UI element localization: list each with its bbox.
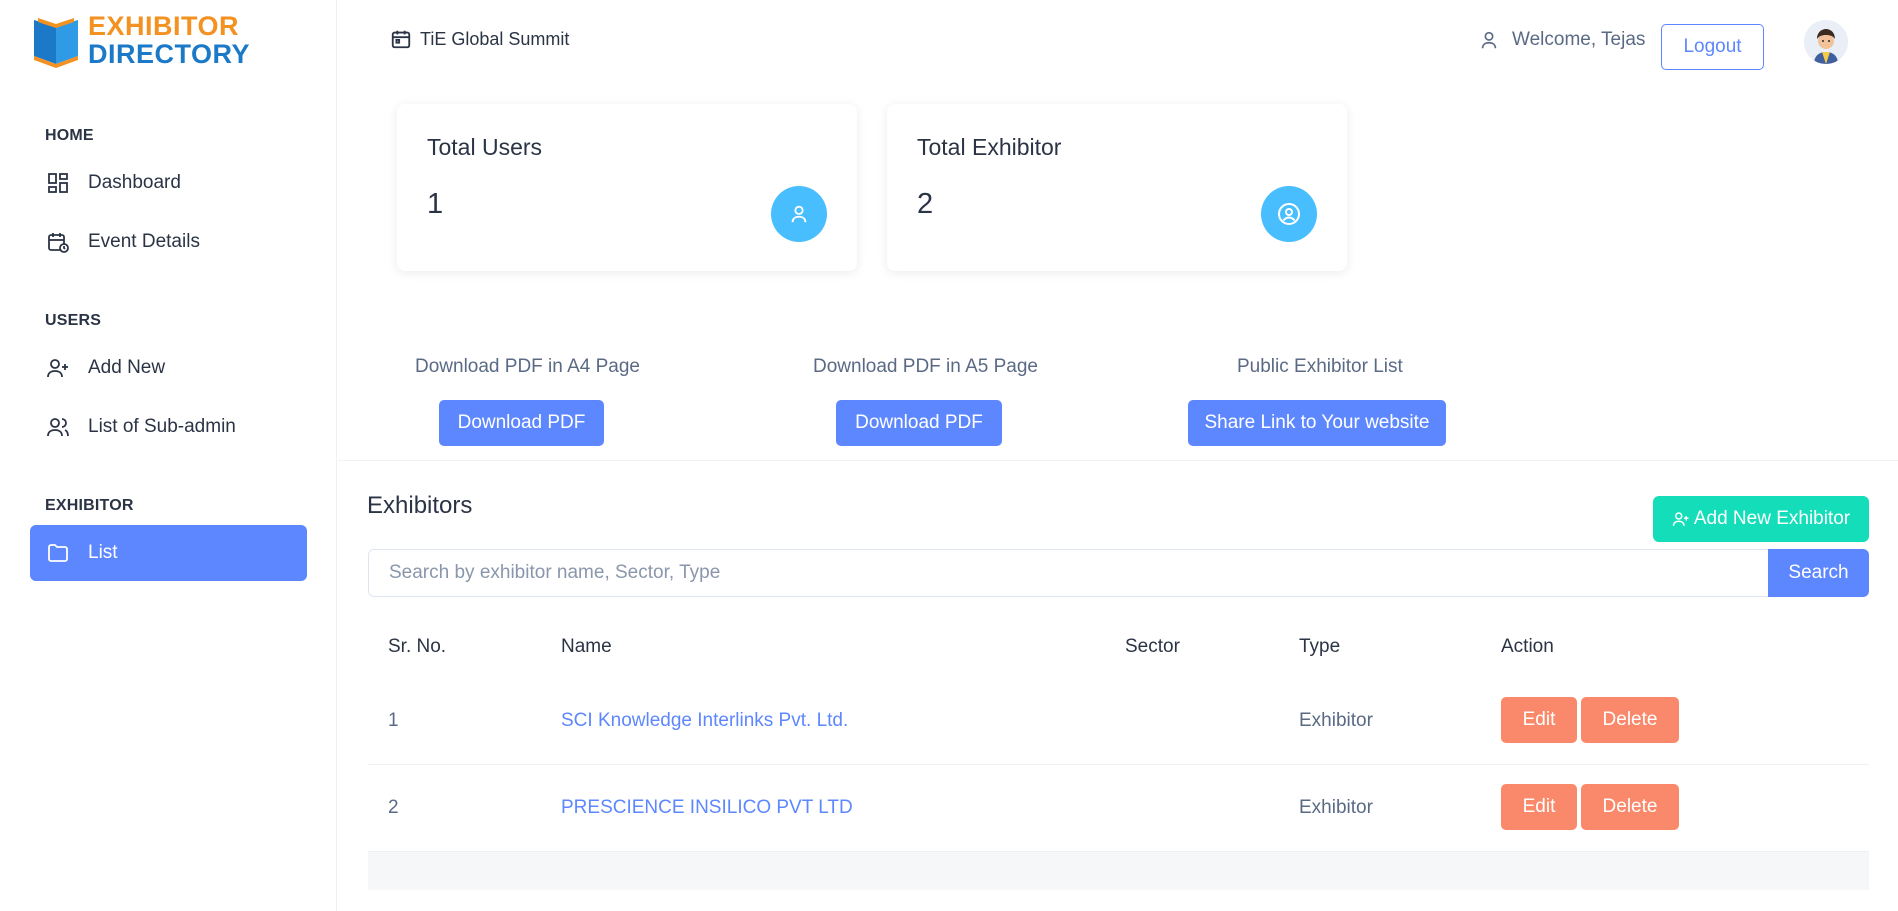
nav-section-exhibitor: EXHIBITOR [45,497,134,514]
calendar-clock-icon [44,228,72,256]
user-icon [771,186,827,242]
sidebar-item-dashboard[interactable]: Dashboard [30,155,307,211]
cell-type: Exhibitor [1299,710,1373,731]
search-button[interactable]: Search [1768,549,1869,597]
stat-value: 1 [427,188,444,220]
share-link-button[interactable]: Share Link to Your website [1188,400,1446,446]
brand-line1: EXHIBITOR [88,11,240,41]
welcome-message: Welcome, Tejas [1478,28,1645,52]
nav-section-home: HOME [45,127,94,144]
user-circle-icon [1261,186,1317,242]
sidebar: EXHIBITOR DIRECTORY HOME Dashboard Event… [0,0,337,911]
calendar-icon [390,28,412,50]
download-pdf-a5-button[interactable]: Download PDF [836,400,1002,446]
cell-sr-no: 2 [388,797,399,818]
column-header-sector: Sector [1125,636,1180,657]
download-caption: Public Exhibitor List [1237,356,1403,377]
user-plus-icon [1672,510,1690,528]
add-exhibitor-label: Add New Exhibitor [1693,508,1851,529]
welcome-text: Welcome, Tejas [1512,29,1646,50]
dashboard-icon [44,169,72,197]
exhibitor-name-link[interactable]: SCI Knowledge Interlinks Pvt. Ltd. [561,710,848,732]
event-selector[interactable]: TiE Global Summit [390,28,569,50]
sidebar-item-label: Dashboard [88,172,181,193]
sidebar-item-label: List of Sub-admin [88,416,236,437]
download-a4-caption: Download PDF in A4 Page [415,356,640,378]
user-icon [1478,28,1500,52]
stat-value: 2 [917,188,934,220]
cell-type: Exhibitor [1299,797,1373,818]
column-header-type: Type [1299,636,1341,657]
table-row: 2 PRESCIENCE INSILICO PVT LTD Exhibitor … [368,765,1869,852]
folder-icon [44,539,72,567]
stat-card-total-users: Total Users 1 [397,104,857,271]
section-divider [338,460,1898,461]
sidebar-item-add-new[interactable]: Add New [30,340,307,396]
cell-sr-no: 1 [388,710,399,731]
download-caption: Download PDF in A5 Page [813,356,1038,377]
table-row: 1 SCI Knowledge Interlinks Pvt. Ltd. Exh… [368,678,1869,765]
delete-button[interactable]: Delete [1581,697,1679,743]
public-list-caption: Public Exhibitor List [1237,356,1403,378]
book-logo-icon [34,18,78,68]
stat-title: Total Exhibitor [917,134,1062,160]
avatar[interactable] [1804,20,1848,64]
download-pdf-a4-button[interactable]: Download PDF [439,400,604,446]
logout-button[interactable]: Logout [1661,24,1764,70]
edit-button[interactable]: Edit [1501,697,1577,743]
sidebar-item-list-of-sub-admin[interactable]: List of Sub-admin [30,399,307,455]
section-title: Exhibitors [367,492,473,519]
brand-line2: DIRECTORY [88,39,251,69]
brand-text: EXHIBITOR DIRECTORY [88,12,250,68]
column-header-sr-no: Sr. No. [388,636,447,657]
search-input[interactable] [368,549,1768,597]
nav-section-users: USERS [45,312,102,329]
sidebar-item-list[interactable]: List [30,525,307,581]
sidebar-item-event-details[interactable]: Event Details [30,214,307,270]
add-new-exhibitor-button[interactable]: Add New Exhibitor [1653,496,1869,542]
search-bar: Search [368,549,1869,597]
stat-title: Total Users [427,134,543,160]
column-header-name: Name [561,636,612,657]
brand-logo[interactable]: EXHIBITOR DIRECTORY [30,12,255,68]
event-name: TiE Global Summit [420,28,570,49]
users-icon [44,413,72,441]
sidebar-item-label: Add New [88,357,166,378]
table-footer [368,852,1869,890]
column-header-action: Action [1501,636,1554,657]
exhibitor-name-link[interactable]: PRESCIENCE INSILICO PVT LTD [561,797,853,819]
sidebar-item-label: List [88,542,118,563]
download-a5-caption: Download PDF in A5 Page [813,356,1038,378]
sidebar-item-label: Event Details [88,231,200,252]
download-caption: Download PDF in A4 Page [415,356,640,377]
stat-card-total-exhibitor: Total Exhibitor 2 [887,104,1347,271]
edit-button[interactable]: Edit [1501,784,1577,830]
delete-button[interactable]: Delete [1581,784,1679,830]
user-plus-icon [44,354,72,382]
